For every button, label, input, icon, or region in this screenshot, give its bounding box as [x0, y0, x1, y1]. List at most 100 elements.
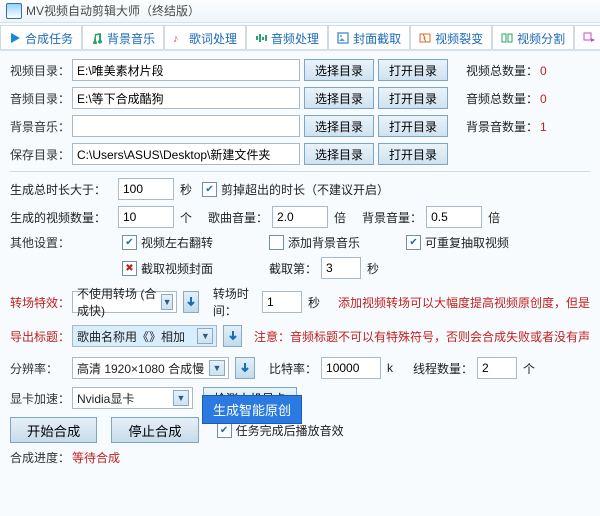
divider: [10, 171, 590, 172]
split-icon: [501, 32, 513, 44]
start-button[interactable]: 开始合成: [10, 417, 97, 443]
titlebar: MV视频自动剪辑大师（终结版）: [0, 0, 600, 23]
choose-save-button[interactable]: 选择目录: [304, 143, 374, 165]
chevron-down-icon: ▼: [161, 294, 173, 310]
check-flip[interactable]: 视频左右翻转: [122, 234, 213, 251]
label-bg-vol: 背景音量：: [362, 209, 422, 226]
stop-button[interactable]: 停止合成: [111, 417, 198, 443]
choose-audio-button[interactable]: 选择目录: [304, 87, 374, 109]
label-resolution: 分辨率：: [10, 360, 68, 377]
play-icon: [9, 32, 21, 44]
label-save: 保存目录：: [10, 146, 68, 163]
count-bgm: 背景音数量：1: [466, 118, 547, 135]
checkmark-icon: [217, 423, 232, 438]
label-bgm: 背景音乐：: [10, 118, 68, 135]
label-trans-time: 转场时间：: [213, 285, 258, 319]
count-video: 视频总数量：0: [466, 62, 547, 79]
app-icon: [6, 3, 22, 19]
select-resolution[interactable]: 高清 1920×1080 合成慢▼: [72, 357, 229, 379]
warn-transition: 添加视频转场可以大幅度提高视频原创度，但是: [338, 294, 590, 311]
label-bitrate: 比特率：: [269, 360, 317, 377]
tab-audio[interactable]: 音频处理: [246, 25, 328, 50]
row-audio: 音频目录：选择目录打开目录音频总数量：0: [10, 87, 590, 109]
row-video: 视频目录：选择目录打开目录视频总数量：0: [10, 59, 590, 81]
check-cutcover[interactable]: ✖截取视频封面: [122, 260, 213, 277]
music-icon: [91, 32, 103, 44]
input-cutidx[interactable]: [321, 257, 361, 279]
row-transition: 转场特效： 不使用转场 (合成快)▼ 转场时间： 秒 添加视频转场可以大幅度提高…: [10, 285, 590, 319]
chevron-down-icon: ▼: [173, 390, 189, 406]
label-cutidx: 截取第：: [269, 260, 317, 277]
unit-times-1: 倍: [334, 209, 346, 226]
tab-play[interactable]: 合成任务: [0, 25, 82, 50]
warn-export: 注意：音频标题不可以有特殊符号，否则会合成失败或者没有声: [254, 328, 590, 345]
check-playfx[interactable]: 任务完成后播放音效: [217, 422, 344, 439]
row-export: 导出标题： 歌曲名称用《》相加▼ 注意：音频标题不可以有特殊符号，否则会合成失败…: [10, 325, 590, 347]
input-save-dir[interactable]: [72, 143, 300, 165]
row-bgm: 背景音乐： 选择目录打开目录 背景音数量：1: [10, 115, 590, 137]
apply-export-button[interactable]: [223, 325, 242, 347]
input-threads[interactable]: [477, 357, 517, 379]
label-duration: 生成总时长大于：: [10, 181, 114, 198]
input-bgm-dir[interactable]: [72, 115, 300, 137]
open-bgm-button[interactable]: 打开目录: [378, 115, 448, 137]
checkmark-icon: [202, 182, 217, 197]
tab-label: 视频裂变: [435, 30, 483, 47]
label-progress: 合成进度：: [10, 449, 68, 466]
choose-bgm-button[interactable]: 选择目录: [304, 115, 374, 137]
label-threads: 线程数量：: [413, 360, 473, 377]
input-quantity[interactable]: [118, 206, 174, 228]
input-bitrate[interactable]: [321, 357, 381, 379]
select-gpu[interactable]: Nvidia显卡▼: [72, 387, 193, 409]
open-video-button[interactable]: 打开目录: [378, 59, 448, 81]
unit-seconds-3: 秒: [308, 294, 320, 311]
select-transition[interactable]: 不使用转场 (合成快)▼: [72, 291, 177, 313]
img2v-icon: [583, 32, 595, 44]
apply-resolution-button[interactable]: [235, 357, 255, 379]
tab-music[interactable]: 背景音乐: [82, 25, 164, 50]
tab-label: 封面截取: [353, 30, 401, 47]
choose-video-button[interactable]: 选择目录: [304, 59, 374, 81]
tab-cover[interactable]: 封面截取: [328, 25, 410, 50]
tab-label: 音频处理: [271, 30, 319, 47]
label-quantity: 生成的视频数量：: [10, 209, 114, 226]
tab-label: 背景音乐: [107, 30, 155, 47]
chevron-down-icon: ▼: [209, 360, 225, 376]
label-gpu: 显卡加速：: [10, 390, 68, 407]
check-addbgm[interactable]: 添加背景音乐: [269, 234, 360, 251]
tab-img2v[interactable]: 图转视频▸: [574, 25, 600, 50]
checkbox-icon: [269, 235, 284, 250]
row-other-2: ✖截取视频封面 截取第： 秒: [10, 257, 590, 279]
open-audio-button[interactable]: 打开目录: [378, 87, 448, 109]
open-save-button[interactable]: 打开目录: [378, 143, 448, 165]
popup-smart-original[interactable]: 生成智能原创: [202, 395, 302, 424]
app-title: MV视频自动剪辑大师（终结版）: [26, 0, 200, 22]
input-trans-time[interactable]: [262, 291, 302, 313]
row-resolution: 分辨率： 高清 1920×1080 合成慢▼ 比特率： k 线程数量： 个: [10, 357, 590, 379]
input-song-vol[interactable]: [272, 206, 328, 228]
crack-icon: [419, 32, 431, 44]
check-reuse[interactable]: 可重复抽取视频: [406, 234, 509, 251]
tab-label: 歌词处理: [189, 30, 237, 47]
input-bg-vol[interactable]: [426, 206, 482, 228]
cover-icon: [337, 32, 349, 44]
tab-split[interactable]: 视频分割: [492, 25, 574, 50]
tab-lyric[interactable]: ♪ 歌词处理: [164, 25, 246, 50]
row-other-1: 其他设置： 视频左右翻转 添加背景音乐 可重复抽取视频: [10, 234, 590, 251]
row-quantity: 生成的视频数量： 个 歌曲音量： 倍 背景音量： 倍: [10, 206, 590, 228]
checkmark-icon: [406, 235, 421, 250]
check-trim[interactable]: 剪掉超出的时长（不建议开启）: [202, 181, 389, 198]
tab-crack[interactable]: 视频裂变: [410, 25, 492, 50]
tab-label: 合成任务: [25, 30, 73, 47]
lyric-icon: ♪: [173, 32, 185, 44]
row-duration: 生成总时长大于： 秒 剪掉超出的时长（不建议开启）: [10, 178, 590, 200]
unit-k: k: [387, 361, 393, 375]
select-export-title[interactable]: 歌曲名称用《》相加▼: [72, 325, 217, 347]
input-audio-dir[interactable]: [72, 87, 300, 109]
input-duration[interactable]: [118, 178, 174, 200]
apply-transition-button[interactable]: [183, 291, 199, 313]
input-video-dir[interactable]: [72, 59, 300, 81]
unit-times-2: 倍: [488, 209, 500, 226]
row-save: 保存目录： 选择目录打开目录: [10, 143, 590, 165]
count-audio: 音频总数量：0: [466, 90, 547, 107]
